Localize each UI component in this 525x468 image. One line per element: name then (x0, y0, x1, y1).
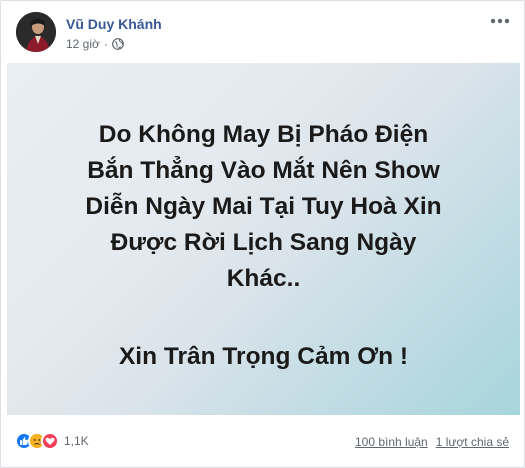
reaction-count[interactable]: 1,1K (64, 434, 89, 448)
image-thanks: Xin Trân Trọng Cảm Ơn ! (118, 343, 409, 370)
post-stats: 100 bình luận 1 lượt chia sẻ (355, 435, 509, 449)
comments-link[interactable]: 100 bình luận (355, 435, 428, 449)
avatar-photo (16, 12, 56, 52)
post-header: Vũ Duy Khánh 12 giờ · (1, 1, 524, 63)
headline-line: Bắn Thẳng Vào Mắt Nên Show (87, 157, 440, 184)
reactions-summary[interactable]: 1,1K (15, 432, 89, 450)
post-time[interactable]: 12 giờ (66, 37, 100, 51)
author-name[interactable]: Vũ Duy Khánh (66, 16, 162, 32)
post-meta: 12 giờ · (66, 37, 124, 51)
post-image[interactable]: Do Không May Bị Pháo Điện Bắn Thẳng Vào … (7, 63, 520, 415)
shares-link[interactable]: 1 lượt chia sẻ (436, 435, 509, 449)
globe-icon[interactable] (111, 38, 124, 50)
headline-line: Khác.. (226, 265, 301, 292)
love-icon (41, 432, 59, 450)
more-horizontal-icon[interactable] (488, 13, 512, 29)
post-footer: 1,1K 100 bình luận 1 lượt chia sẻ (1, 421, 524, 467)
facebook-post: Vũ Duy Khánh 12 giờ · Do Không May Bị Ph… (0, 0, 525, 468)
headline-line: Do Không May Bị Pháo Điện (98, 121, 429, 148)
avatar[interactable] (16, 12, 56, 52)
headline-line: Diễn Ngày Mai Tại Tuy Hoà Xin (85, 193, 442, 220)
headline-line: Được Rời Lịch Sang Ngày (110, 229, 417, 256)
image-headline: Do Không May Bị Pháo Điện Bắn Thẳng Vào … (7, 117, 520, 297)
meta-separator: · (103, 37, 108, 51)
